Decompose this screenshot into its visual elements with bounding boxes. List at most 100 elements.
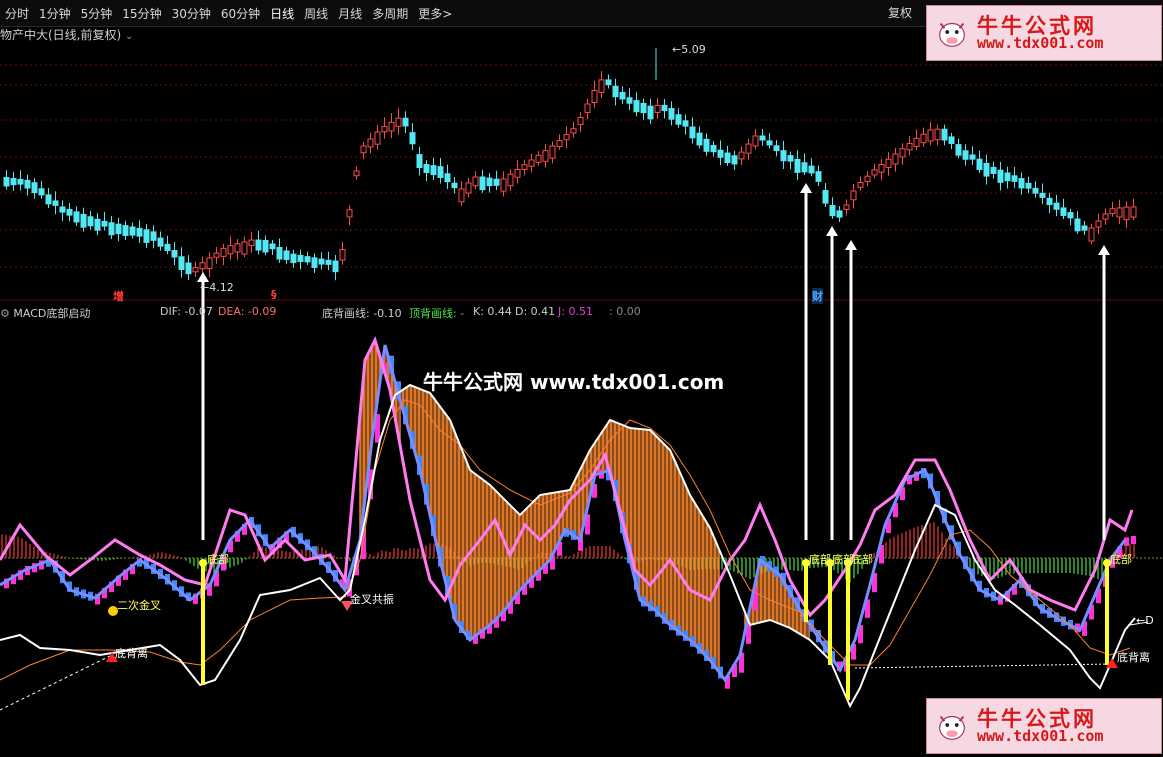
candle-body — [423, 164, 430, 174]
candle-body — [815, 171, 822, 182]
candle-body — [738, 151, 745, 160]
candle-body — [1074, 218, 1081, 232]
candle-body — [969, 154, 976, 160]
candle-body — [647, 105, 654, 120]
arrow-head — [845, 240, 857, 250]
candle-body — [1123, 206, 1130, 221]
label-golden-cross-resonance: 金叉共振 — [350, 593, 394, 606]
event-marker-section[interactable]: § — [271, 288, 277, 301]
settings-icon[interactable]: ⚙ — [0, 307, 10, 320]
candle-body — [696, 132, 703, 146]
candle-body — [976, 158, 983, 171]
candle-body — [759, 135, 766, 141]
candle-body — [220, 247, 227, 257]
top-div-line-value: 顶背画线: - — [409, 307, 465, 320]
label-bottom-divergence-1: 底背离 — [115, 647, 148, 660]
candle-body — [871, 169, 878, 176]
candle-body — [899, 148, 906, 158]
candle-body — [283, 250, 290, 260]
kdj-block — [1131, 536, 1136, 544]
candle-body — [115, 223, 122, 235]
candle-body — [654, 104, 661, 113]
divergence-dash-1 — [0, 654, 113, 711]
candle-body — [619, 92, 626, 100]
candle-body — [304, 256, 311, 263]
candle-body — [178, 256, 185, 270]
candle-body — [990, 166, 997, 174]
candle-body — [80, 213, 87, 228]
indicator-title: ⚙ MACD底部启动 — [0, 305, 90, 321]
logo-cn-text: 牛牛公式网 — [977, 13, 1097, 38]
candle-body — [591, 90, 598, 104]
candle-body — [1039, 192, 1046, 198]
candle-body — [542, 150, 549, 162]
candle-body — [227, 245, 234, 255]
label-bottom-1: 底部 — [207, 553, 229, 566]
candle-body — [388, 121, 395, 132]
candle-body — [465, 182, 472, 194]
candle-body — [689, 126, 696, 139]
candle-body — [570, 128, 577, 134]
candle-body — [794, 158, 801, 173]
candle-body — [402, 117, 409, 127]
candle-body — [87, 216, 94, 227]
candle-body — [451, 182, 458, 189]
candle-body — [731, 155, 738, 165]
candle-body — [122, 225, 129, 236]
candle-body — [577, 116, 584, 126]
candle-body — [45, 194, 52, 205]
candle-body — [773, 145, 780, 152]
candle-body — [626, 97, 633, 104]
arrow-head — [826, 226, 838, 236]
dea-line — [0, 399, 1131, 681]
low-price-value: 4.12 — [209, 281, 234, 294]
candle-body — [136, 227, 143, 237]
bottom-div-line-value: 底背画线: -0.10 — [322, 307, 402, 320]
candle-body — [17, 178, 24, 185]
candle-body — [381, 126, 388, 133]
candle-body — [983, 162, 990, 177]
candle-body — [640, 102, 647, 114]
candle-body — [633, 100, 640, 113]
logo-url-text: www.tdx001.com — [977, 727, 1104, 745]
candle-body — [948, 136, 955, 144]
candle-body — [507, 173, 514, 187]
candle-body — [1053, 202, 1060, 210]
candle-body — [787, 155, 794, 162]
candle-body — [185, 262, 192, 275]
candle-body — [262, 240, 269, 253]
candle-body — [892, 153, 899, 165]
candle-body — [10, 177, 17, 186]
candle-body — [325, 259, 332, 265]
candle-body — [290, 253, 297, 264]
candle-body — [269, 243, 276, 250]
candle-body — [255, 239, 262, 251]
candle-body — [38, 188, 45, 196]
candle-body — [248, 239, 255, 246]
candle-body — [1102, 213, 1109, 220]
extra-value: : 0.00 — [609, 305, 641, 318]
candle-body — [920, 133, 927, 144]
event-marker-zeng[interactable]: 增 — [113, 288, 124, 304]
indicator-name: MACD底部启动 — [13, 307, 91, 320]
label-bottom-5: 底部 — [1110, 553, 1132, 566]
candle-body — [101, 220, 108, 227]
candle-body — [472, 176, 479, 187]
candle-body — [745, 143, 752, 154]
candle-body — [94, 218, 101, 231]
event-marker-cai[interactable]: 财 — [812, 288, 823, 304]
high-price-value: 5.09 — [681, 43, 706, 56]
candle-body — [927, 129, 934, 142]
candle-body — [710, 144, 717, 153]
cow-mascot-icon — [939, 715, 965, 740]
candle-body — [108, 222, 115, 236]
candle-body — [843, 204, 850, 211]
candle-body — [661, 104, 668, 112]
low-price-label: ←4.12 — [200, 281, 234, 294]
candle-body — [143, 229, 150, 243]
candle-body — [1130, 206, 1137, 218]
candle-body — [857, 182, 864, 188]
label-bottom-2: 底部 — [809, 553, 831, 566]
k-value: K: 0.44 — [473, 305, 512, 318]
candle-body — [822, 190, 829, 204]
